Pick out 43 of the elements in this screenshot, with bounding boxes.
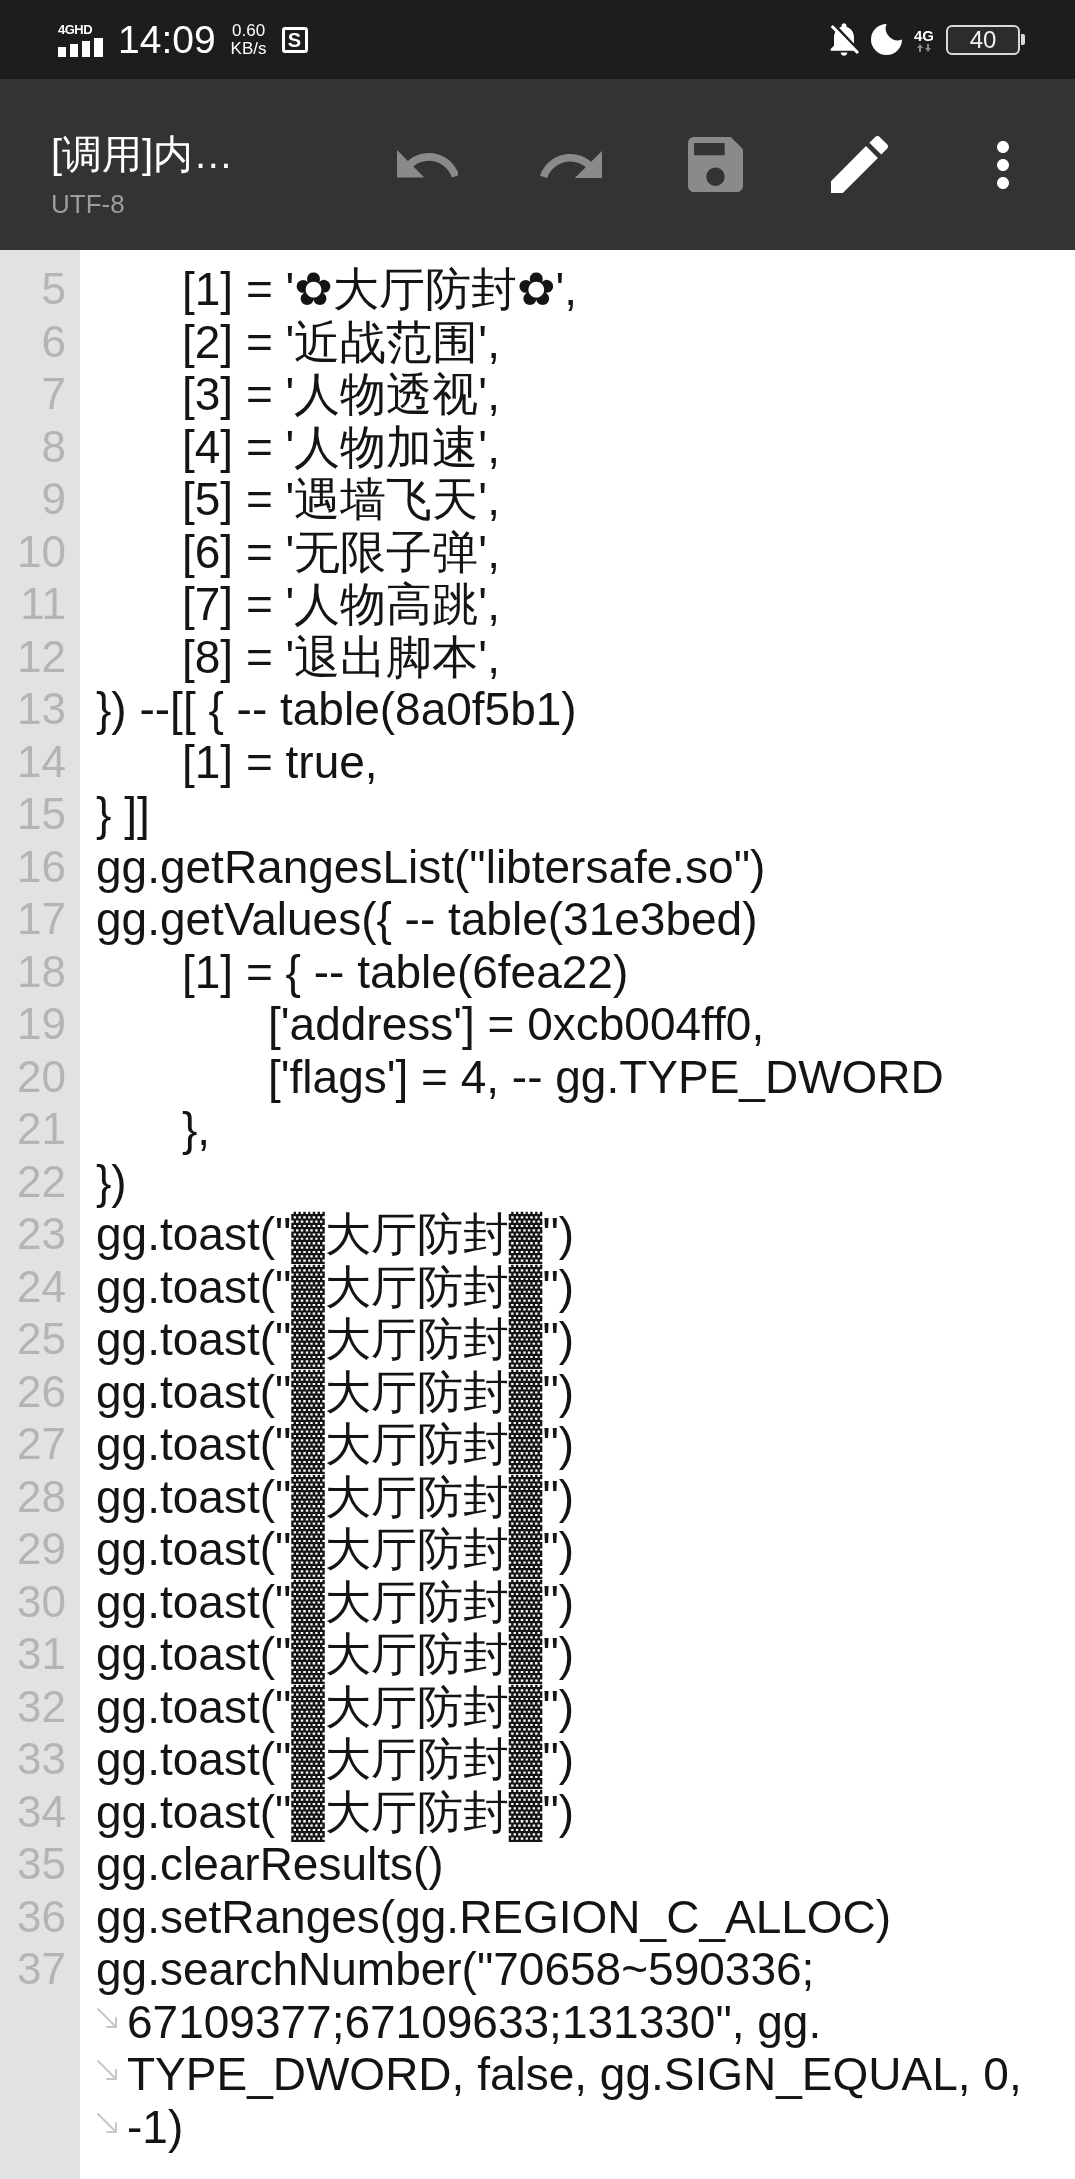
code-text: gg.setRanges(gg.REGION_C_ALLOC) [96,1890,892,1943]
signal-bars-icon [58,37,103,57]
network-speed-unit: KB/s [230,39,267,58]
code-text: [4] = '人物加速', [182,420,500,473]
bell-off-icon [829,23,859,56]
code-text: } ]] [96,788,150,841]
network-speed-value: 0.60 [232,21,266,40]
code-text: 67109377;67109633;131330", gg. [127,1995,822,2048]
moon-icon [871,24,902,55]
code-text: [2] = '近战范围', [182,315,500,368]
line-wrap-arrow-icon [96,2111,118,2134]
code-text: ['address'] = 0xcb004ff0, [268,998,765,1051]
code-text: [1] = { -- table(6fea22) [182,945,629,998]
code-text: -1) [127,2100,184,2153]
code-text: ['flags'] = 4, -- gg.TYPE_DWORD [268,1050,944,1103]
line-wrap-arrow-icon [96,2006,118,2029]
code-text: [8] = '退出脚本', [182,630,500,683]
mobile-data-label: 4G [914,27,934,43]
network-type-label: 4GHD [58,22,93,36]
code-text: [3] = '人物透视', [182,368,500,421]
line-wrap-arrow-icon [96,2059,118,2082]
code-text: [1] = '✿大厅防封✿', [182,263,577,316]
code-text: TYPE_DWORD, false, gg.SIGN_EQUAL, 0, [127,2048,1022,2101]
code-text: }) --[[ { -- table(8a0f5b1) [96,683,577,736]
code-text: }, [182,1103,211,1156]
more-vertical-icon [997,140,1009,189]
data-arrows-icon [917,43,931,52]
code-text: gg.getValues({ -- table(31e3bed) [96,893,758,946]
code-text: [7] = '人物高跳', [182,578,500,631]
clock-time: 14:09 [118,17,216,62]
code-text: [6] = '无限子弹', [182,525,500,578]
code-text: gg.searchNumber("70658~590336; [96,1943,815,1996]
app-notification-badge: S [281,26,308,53]
code-text: [1] = true, [182,735,378,788]
undo-icon [396,150,458,179]
file-title: [调用]内… [51,131,234,178]
code-text: [5] = '遇墙飞天', [182,473,500,526]
encoding-label: UTF-8 [51,189,126,219]
pencil-icon [830,136,888,193]
code-text: }) [96,1155,127,1208]
redo-icon [540,151,602,178]
battery-percentage: 40 [969,26,997,53]
code-text: gg.getRangesList("libtersafe.so") [96,840,766,893]
